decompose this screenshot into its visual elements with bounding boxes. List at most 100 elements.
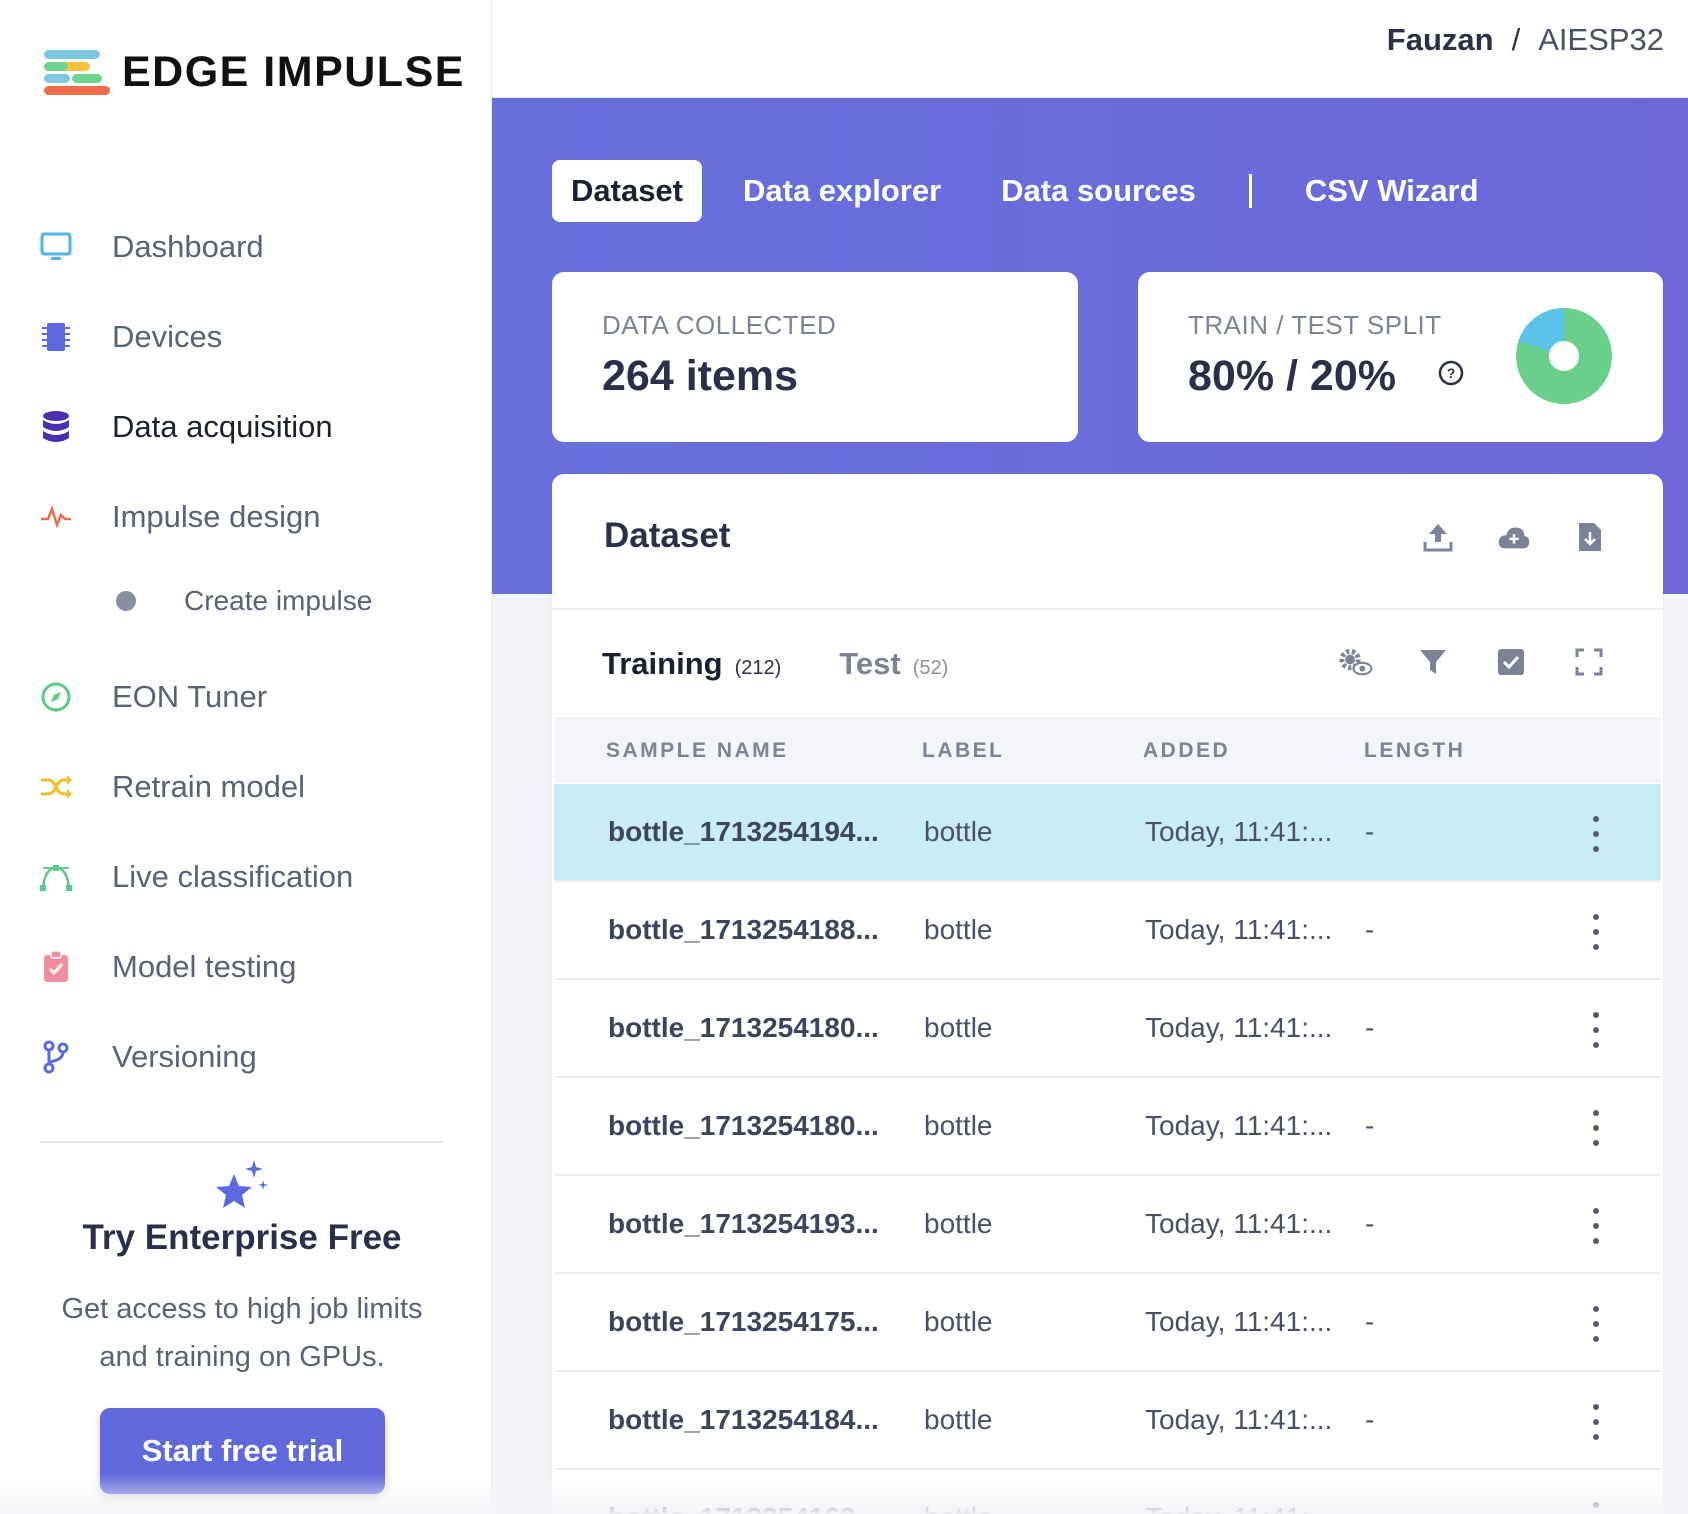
upload-icon[interactable] bbox=[1421, 520, 1455, 554]
more-options-icon[interactable] bbox=[1588, 914, 1604, 950]
subtab-test[interactable]: Test (52) bbox=[839, 646, 948, 682]
sidebar-item-data-acquisition[interactable]: Data acquisition bbox=[0, 392, 492, 462]
dot-icon bbox=[108, 583, 144, 619]
dataset-actions bbox=[1421, 520, 1607, 554]
dataset-subtabs: Training (212) Test (52) bbox=[602, 646, 1006, 682]
sample-length: - bbox=[1365, 1012, 1375, 1043]
table-row[interactable]: bottle_1713254193... bottle Today, 11:41… bbox=[554, 1176, 1661, 1274]
table-row[interactable]: bottle_1713254188... bottle Today, 11:41… bbox=[554, 882, 1661, 980]
donut-hole bbox=[1549, 341, 1579, 371]
svg-text:?: ? bbox=[1447, 365, 1456, 381]
fullscreen-icon[interactable] bbox=[1571, 644, 1607, 680]
page-tabs: Dataset Data explorer Data sources CSV W… bbox=[552, 160, 1520, 222]
table-row[interactable]: bottle_1713254163... bottle Today, 11:41… bbox=[554, 1470, 1661, 1514]
sample-label: bottle bbox=[924, 1012, 993, 1043]
tab-data-sources[interactable]: Data sources bbox=[982, 160, 1215, 222]
help-icon[interactable]: ? bbox=[1438, 360, 1464, 391]
more-options-icon[interactable] bbox=[1588, 1502, 1604, 1514]
cloud-add-icon[interactable] bbox=[1497, 520, 1531, 554]
table-row[interactable]: bottle_1713254184... bottle Today, 11:41… bbox=[554, 1372, 1661, 1470]
more-options-icon[interactable] bbox=[1588, 1110, 1604, 1146]
column-added[interactable]: ADDED bbox=[1143, 739, 1230, 763]
sidebar-item-label: Model testing bbox=[112, 949, 297, 984]
sidebar-item-devices[interactable]: Devices bbox=[0, 302, 492, 372]
filter-icon[interactable] bbox=[1415, 644, 1451, 680]
sample-name: bottle_1713254193... bbox=[608, 1208, 879, 1239]
data-collected-value: 264 items bbox=[602, 352, 799, 400]
more-options-icon[interactable] bbox=[1588, 816, 1604, 852]
export-file-icon[interactable] bbox=[1573, 520, 1607, 554]
sample-name: bottle_1713254163... bbox=[608, 1502, 879, 1514]
sidebar-item-versioning[interactable]: Versioning bbox=[0, 1022, 492, 1092]
split-label: TRAIN / TEST SPLIT bbox=[1188, 310, 1442, 340]
sidebar-item-retrain-model[interactable]: Retrain model bbox=[0, 752, 492, 822]
tab-dataset[interactable]: Dataset bbox=[552, 160, 702, 222]
sample-label: bottle bbox=[924, 1110, 993, 1141]
promo-text: Get access to high job limits and traini… bbox=[61, 1293, 423, 1373]
sample-length: - bbox=[1365, 816, 1375, 847]
brand-logo[interactable]: EDGE IMPULSE bbox=[42, 48, 465, 97]
train-test-donut-chart bbox=[1516, 308, 1612, 404]
tab-separator bbox=[1248, 174, 1252, 208]
breadcrumb-separator: / bbox=[1511, 22, 1521, 57]
sample-added: Today, 11:41:... bbox=[1145, 1208, 1333, 1239]
table-row[interactable]: bottle_1713254194... bottle Today, 11:41… bbox=[554, 784, 1661, 882]
sample-added: Today, 11:41:... bbox=[1145, 816, 1333, 847]
sample-added: Today, 11:41:... bbox=[1145, 1012, 1333, 1043]
sidebar-item-label: Versioning bbox=[112, 1039, 257, 1074]
sample-name: bottle_1713254180... bbox=[608, 1110, 879, 1141]
sidebar-item-eon-tuner[interactable]: EON Tuner bbox=[0, 662, 492, 732]
sidebar-item-model-testing[interactable]: Model testing bbox=[0, 932, 492, 1002]
sample-length: - bbox=[1365, 1502, 1374, 1514]
sample-label: bottle bbox=[924, 914, 993, 945]
more-options-icon[interactable] bbox=[1588, 1012, 1604, 1048]
table-row[interactable]: bottle_1713254180... bottle Today, 11:41… bbox=[554, 980, 1661, 1078]
subtab-training[interactable]: Training (212) bbox=[602, 646, 781, 682]
sidebar-item-create-impulse[interactable]: Create impulse bbox=[0, 566, 492, 636]
sidebar-divider bbox=[40, 1141, 444, 1143]
sample-length: - bbox=[1365, 914, 1375, 945]
breadcrumb-user[interactable]: Fauzan bbox=[1387, 22, 1494, 58]
sidebar-item-live-classification[interactable]: Live classification bbox=[0, 842, 492, 912]
sample-added: Today, 11:41:... bbox=[1145, 1306, 1333, 1337]
column-label[interactable]: LABEL bbox=[922, 739, 1005, 763]
sample-added: Today, 11:41:... bbox=[1145, 1110, 1333, 1141]
select-checkbox-icon[interactable] bbox=[1493, 644, 1529, 680]
sidebar-item-dashboard[interactable]: Dashboard bbox=[0, 212, 492, 282]
sample-length: - bbox=[1365, 1404, 1375, 1435]
column-sample-name[interactable]: SAMPLE NAME bbox=[606, 739, 789, 763]
shuffle-icon bbox=[38, 769, 74, 805]
tab-csv-wizard[interactable]: CSV Wizard bbox=[1286, 160, 1498, 222]
sample-name: bottle_1713254188... bbox=[608, 914, 879, 945]
sidebar-item-label: Retrain model bbox=[112, 769, 305, 804]
sidebar-item-label: Devices bbox=[112, 319, 223, 354]
sidebar-item-label: Data acquisition bbox=[112, 409, 333, 444]
more-options-icon[interactable] bbox=[1588, 1208, 1604, 1244]
table-row[interactable]: bottle_1713254175... bottle Today, 11:41… bbox=[554, 1274, 1661, 1372]
sample-length: - bbox=[1365, 1110, 1375, 1141]
sample-label: bottle bbox=[924, 1502, 993, 1514]
more-options-icon[interactable] bbox=[1588, 1404, 1604, 1440]
sample-label: bottle bbox=[924, 816, 993, 847]
sidebar-item-label: Live classification bbox=[112, 859, 354, 894]
train-test-split-card: TRAIN / TEST SPLIT 80% / 20% ? bbox=[1138, 272, 1663, 442]
sidebar-item-impulse-design[interactable]: Impulse design bbox=[0, 482, 492, 552]
start-free-trial-button[interactable]: Start free trial bbox=[100, 1408, 385, 1494]
monitor-icon bbox=[38, 229, 74, 265]
table-header: SAMPLE NAME LABEL ADDED LENGTH bbox=[554, 718, 1661, 782]
table-row[interactable]: bottle_1713254180... bottle Today, 11:41… bbox=[554, 1078, 1661, 1176]
subtab-training-count: (212) bbox=[734, 657, 782, 679]
sidebar-item-label: EON Tuner bbox=[112, 679, 268, 714]
breadcrumb: Fauzan / AIESP32 bbox=[1387, 22, 1664, 58]
sample-added: Today, 11:41:... bbox=[1145, 1502, 1332, 1514]
gear-eye-icon[interactable] bbox=[1337, 644, 1373, 680]
sample-label: bottle bbox=[924, 1208, 993, 1239]
sample-length: - bbox=[1365, 1208, 1375, 1239]
sample-name: bottle_1713254184... bbox=[608, 1404, 879, 1435]
more-options-icon[interactable] bbox=[1588, 1306, 1604, 1342]
breadcrumb-project[interactable]: AIESP32 bbox=[1538, 22, 1664, 58]
column-length[interactable]: LENGTH bbox=[1364, 739, 1465, 763]
tab-data-explorer[interactable]: Data explorer bbox=[724, 160, 960, 222]
promo-title: Try Enterprise Free bbox=[82, 1218, 402, 1257]
top-bar: Fauzan / AIESP32 bbox=[492, 0, 1688, 98]
